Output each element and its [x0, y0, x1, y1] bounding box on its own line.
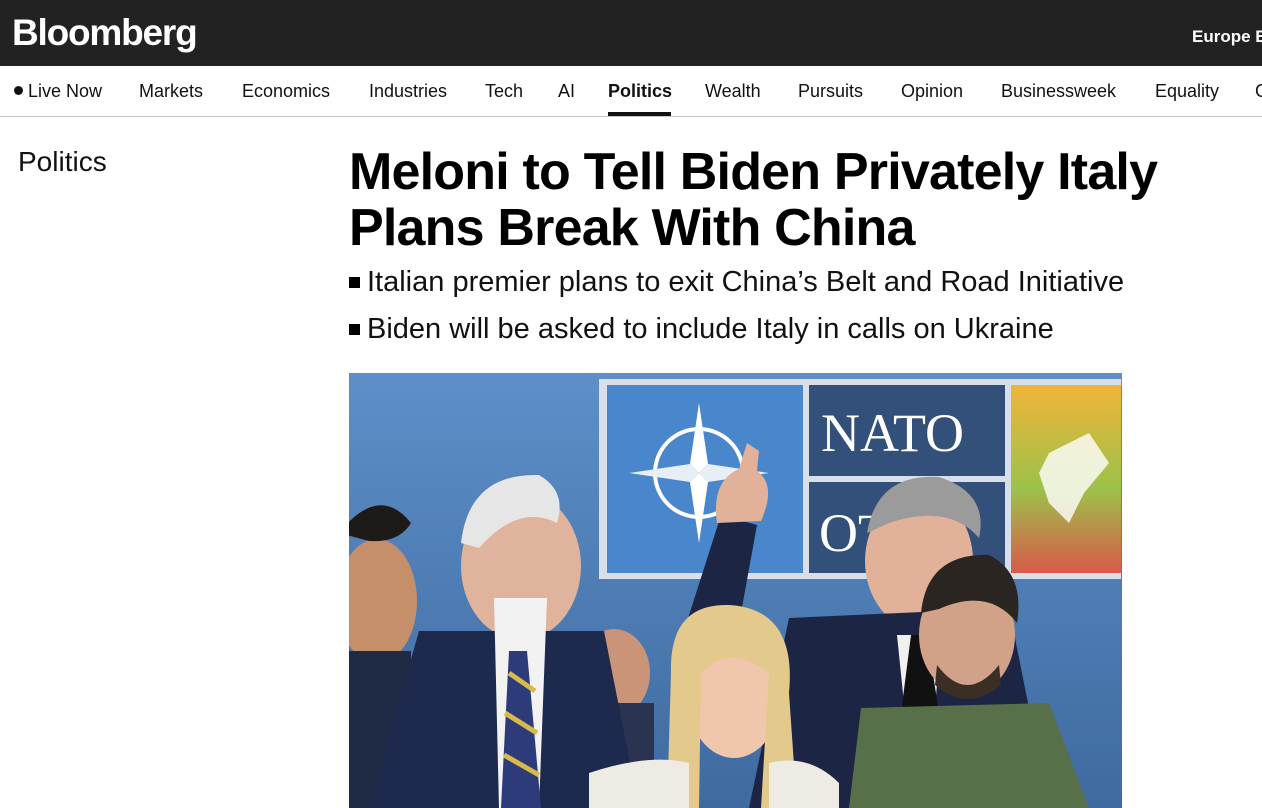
nav-live-now[interactable]: Live Now [14, 79, 102, 103]
nav-live-now-label: Live Now [28, 81, 103, 101]
nav-pursuits[interactable]: Pursuits [798, 79, 863, 103]
nav-wealth[interactable]: Wealth [705, 79, 761, 103]
nav-economics[interactable]: Economics [242, 79, 330, 103]
section-nav: Live Now Markets Economics Industries Te… [0, 66, 1262, 117]
bullet-square-icon [349, 324, 360, 335]
bloomberg-logo[interactable]: Bloomberg [12, 11, 198, 55]
top-bar: Bloomberg Europe E [0, 0, 1262, 66]
nav-opinion[interactable]: Opinion [901, 79, 963, 103]
live-dot-icon [14, 86, 23, 95]
svg-text:NATO: NATO [821, 403, 964, 463]
summit-photo-illustration: NATO OT [349, 373, 1122, 808]
summary-bullet-text: Italian premier plans to exit China’s Be… [367, 266, 1125, 298]
article-headline: Meloni to Tell Biden Privately Italy Pla… [349, 143, 1158, 257]
nav-overflow-item[interactable]: G [1255, 79, 1262, 103]
summary-bullet: Italian premier plans to exit China’s Be… [349, 264, 1249, 311]
nav-businessweek[interactable]: Businessweek [1001, 79, 1116, 103]
edition-selector[interactable]: Europe E [1192, 26, 1262, 48]
nav-tech[interactable]: Tech [485, 79, 523, 103]
nav-ai[interactable]: AI [558, 79, 575, 103]
section-label[interactable]: Politics [18, 145, 107, 179]
summary-bullet-text: Biden will be asked to include Italy in … [367, 313, 1054, 345]
article-summary: Italian premier plans to exit China’s Be… [349, 264, 1249, 358]
summary-bullet: Biden will be asked to include Italy in … [349, 311, 1249, 358]
nav-equality[interactable]: Equality [1155, 79, 1219, 103]
nav-politics[interactable]: Politics [608, 79, 672, 103]
active-tab-indicator [608, 112, 671, 116]
bullet-square-icon [349, 277, 360, 288]
hero-photo[interactable]: NATO OT [349, 373, 1122, 808]
nav-industries[interactable]: Industries [369, 79, 447, 103]
nav-markets[interactable]: Markets [139, 79, 203, 103]
